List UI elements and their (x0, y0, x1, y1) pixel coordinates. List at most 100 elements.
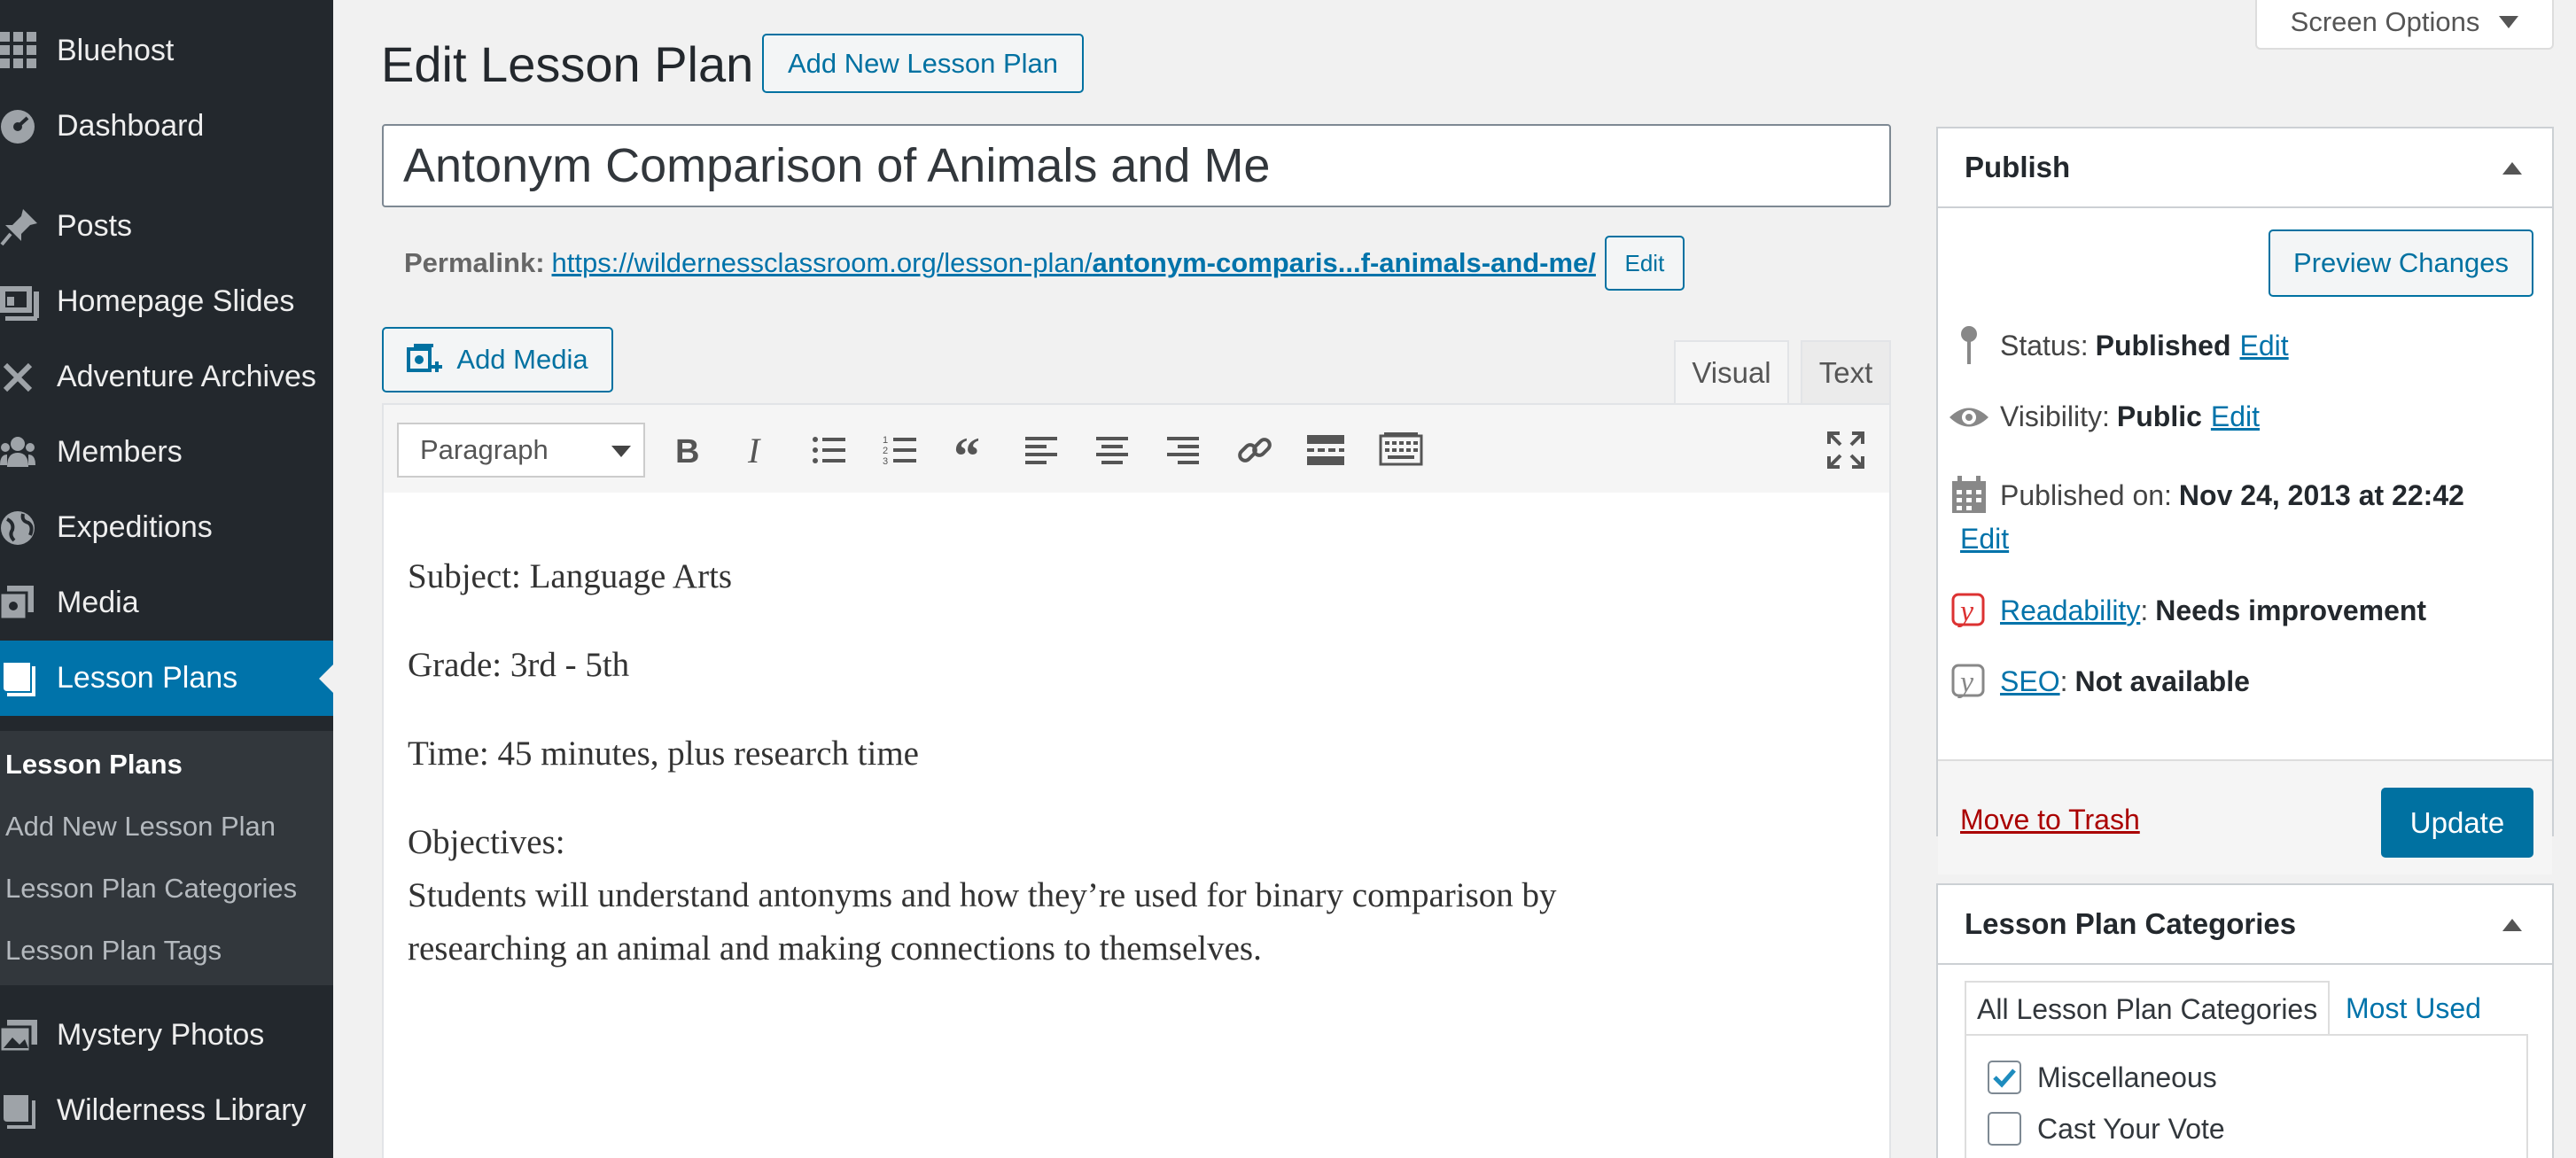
svg-text:y: y (1957, 595, 1974, 628)
calendar-icon (1938, 476, 2000, 515)
collapse-arrow-icon[interactable] (2502, 919, 2522, 931)
update-button[interactable]: Update (2381, 788, 2533, 858)
publish-actions: Move to Trash Update (1938, 759, 2552, 874)
move-to-trash-link[interactable]: Move to Trash (1960, 804, 2140, 836)
categories-box-header[interactable]: Lesson Plan Categories (1938, 885, 2552, 965)
tab-visual[interactable]: Visual (1674, 340, 1789, 405)
fullscreen-icon (1827, 431, 1864, 469)
menu-label: Homepage Slides (57, 284, 295, 318)
submenu-lesson-plans[interactable]: Lesson Plans (5, 749, 183, 781)
menu-item-bluehost[interactable]: Bluehost (0, 13, 333, 89)
preview-changes-label: Preview Changes (2293, 247, 2509, 278)
menu-item-mystery-photos[interactable]: Mystery Photos (0, 998, 333, 1073)
checkbox-checked[interactable] (1988, 1061, 2021, 1094)
book-icon (0, 641, 57, 716)
numbered-list-button[interactable]: 123 (878, 428, 922, 472)
permalink-base: https://wildernessclassroom.org/lesson-p… (551, 247, 1093, 278)
close-x-icon (0, 339, 57, 415)
lesson-plans-submenu: Lesson Plans Add New Lesson Plan Lesson … (0, 731, 333, 985)
menu-item-members[interactable]: Members (0, 415, 333, 490)
align-right-button[interactable] (1162, 428, 1206, 472)
submenu-lesson-plan-categories[interactable]: Lesson Plan Categories (5, 873, 297, 905)
read-more-button[interactable] (1304, 428, 1348, 472)
status-edit-link[interactable]: Edit (2240, 330, 2289, 362)
post-title-value: Antonym Comparison of Animals and Me (403, 139, 1271, 192)
readability-value: Needs improvement (2155, 594, 2427, 626)
checkbox-unchecked[interactable] (1988, 1112, 2021, 1146)
category-checklist: Miscellaneous Cast Your Vote (1965, 1034, 2528, 1158)
publish-box-header[interactable]: Publish (1938, 128, 2552, 208)
submenu-add-new-lesson-plan[interactable]: Add New Lesson Plan (5, 811, 276, 843)
permalink-edit-button[interactable]: Edit (1604, 236, 1685, 291)
yoast-seo-icon: y (1938, 662, 2000, 701)
menu-item-media[interactable]: Media (0, 565, 333, 641)
slides-icon (0, 264, 57, 339)
align-left-button[interactable] (1020, 428, 1064, 472)
preview-changes-button[interactable]: Preview Changes (2269, 229, 2533, 297)
italic-button[interactable]: I (736, 428, 781, 472)
permalink-link[interactable]: https://wildernessclassroom.org/lesson-p… (552, 247, 1596, 279)
readability-row: y Readability : Needs improvement (1938, 591, 2435, 630)
select-caret-icon (611, 446, 631, 457)
menu-label: Members (57, 435, 183, 469)
collapse-arrow-icon[interactable] (2502, 162, 2522, 175)
bullet-list-button[interactable] (807, 428, 852, 472)
menu-label: Expeditions (57, 510, 213, 544)
tab-all-categories[interactable]: All Lesson Plan Categories (1965, 981, 2331, 1036)
eye-icon (1938, 404, 2000, 431)
category-item[interactable]: Cast Your Vote (1988, 1112, 2225, 1146)
blockquote-icon: “ (953, 435, 980, 465)
menu-item-lesson-plans[interactable]: Lesson Plans (0, 641, 333, 716)
readability-link[interactable]: Readability (2000, 595, 2140, 627)
content-paragraph: Subject: Language Arts (408, 557, 733, 595)
bold-button[interactable]: B (665, 428, 710, 472)
svg-text:B: B (675, 433, 699, 468)
submenu-lesson-plan-tags[interactable]: Lesson Plan Tags (5, 935, 222, 967)
menu-item-wilderness-library[interactable]: Wilderness Library (0, 1073, 333, 1148)
menu-item-dashboard[interactable]: Dashboard (0, 89, 333, 164)
blockquote-button[interactable]: “ (949, 428, 993, 472)
globe-icon (0, 490, 57, 565)
toolbar-toggle-button[interactable] (1374, 428, 1428, 472)
menu-label: Mystery Photos (57, 1018, 265, 1052)
menu-item-posts[interactable]: Posts (0, 189, 333, 264)
insert-link-button[interactable] (1233, 428, 1277, 472)
category-item[interactable]: Miscellaneous (1988, 1061, 2217, 1094)
format-select[interactable]: Paragraph (397, 423, 645, 478)
status-label: Status: (2000, 329, 2089, 361)
menu-label: Wilderness Library (57, 1093, 307, 1127)
screen-options-button[interactable]: Screen Options (2255, 0, 2554, 50)
seo-link[interactable]: SEO (2000, 665, 2060, 698)
tab-most-used[interactable]: Most Used (2335, 981, 2492, 1036)
menu-item-homepage-slides[interactable]: Homepage Slides (0, 264, 333, 339)
add-media-button[interactable]: Add Media (382, 327, 613, 392)
visibility-label: Visibility: (2000, 400, 2110, 432)
visibility-value: Public (2116, 400, 2202, 432)
seo-row: y SEO : Not available (1938, 662, 2259, 701)
align-right-icon (1167, 437, 1199, 464)
published-edit-link[interactable]: Edit (1960, 523, 2009, 556)
menu-item-adventure-archives[interactable]: Adventure Archives (0, 339, 333, 415)
add-new-lesson-plan-button[interactable]: Add New Lesson Plan (762, 34, 1084, 93)
fullscreen-button[interactable] (1824, 428, 1868, 472)
page-title: Edit Lesson Plan (381, 36, 754, 92)
svg-text:3: 3 (883, 456, 888, 467)
categories-box: Lesson Plan Categories All Lesson Plan C… (1936, 883, 2554, 1158)
dashboard-icon (0, 89, 57, 164)
menu-label: Lesson Plans (57, 661, 238, 695)
category-label: Cast Your Vote (2037, 1112, 2225, 1145)
align-center-button[interactable] (1091, 428, 1135, 472)
categories-box-title: Lesson Plan Categories (1965, 907, 2297, 940)
align-left-icon (1025, 437, 1057, 464)
menu-label: Bluehost (57, 34, 175, 67)
content-paragraph: Objectives: (408, 823, 565, 861)
tab-text[interactable]: Text (1801, 340, 1891, 405)
published-on-row: Published on: Nov 24, 2013 at 22:42 (1938, 476, 2473, 515)
add-new-label: Add New Lesson Plan (787, 47, 1059, 79)
content-paragraph: Students will understand antonyms and ho… (408, 876, 1557, 914)
add-media-label: Add Media (456, 344, 588, 375)
visibility-edit-link[interactable]: Edit (2211, 400, 2260, 433)
editor-content-area[interactable]: Subject: Language Arts Grade: 3rd - 5th … (382, 493, 1891, 1158)
post-title-input[interactable]: Antonym Comparison of Animals and Me (382, 124, 1891, 207)
menu-item-expeditions[interactable]: Expeditions (0, 490, 333, 565)
